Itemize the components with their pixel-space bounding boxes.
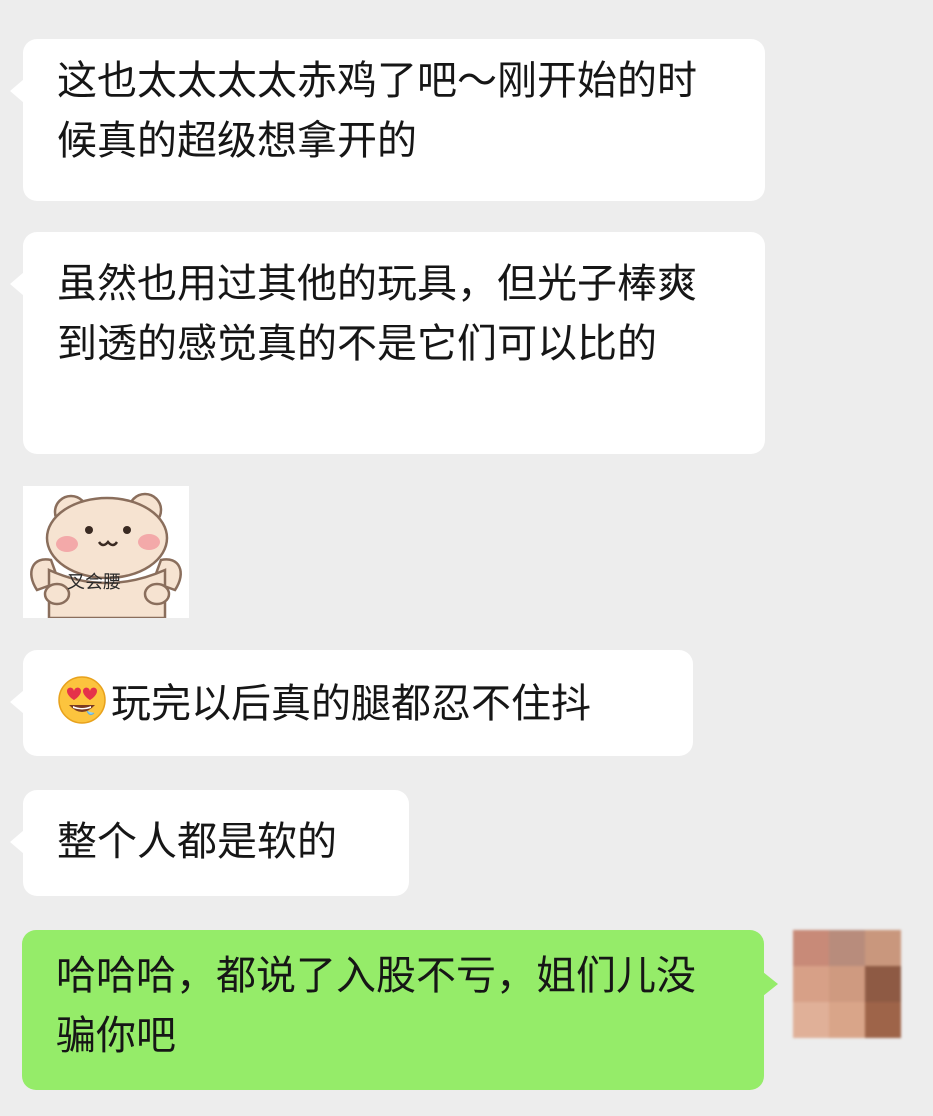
heart-eyes-emoji-icon bbox=[58, 676, 106, 724]
avatar-pixel bbox=[865, 1002, 901, 1038]
message-bubble[interactable]: 这也太太太太赤鸡了吧～刚开始的时候真的超级想拿开的 bbox=[10, 39, 765, 201]
message-bubble[interactable]: 玩完以后真的腿都忍不住抖 bbox=[10, 650, 693, 756]
user-avatar[interactable] bbox=[793, 930, 901, 1038]
avatar-pixel bbox=[793, 1002, 829, 1038]
avatar-pixel bbox=[865, 966, 901, 1002]
avatar-pixel bbox=[793, 966, 829, 1002]
message-text: 玩完以后真的腿都忍不住抖 bbox=[111, 681, 591, 727]
message-text: 这也太太太太赤鸡了吧～刚开始的时候真的超级想拿开的 bbox=[57, 58, 697, 164]
avatar-pixel bbox=[829, 930, 865, 966]
message-text: 虽然也用过其他的玩具，但光子棒爽到透的感觉真的不是它们可以比的 bbox=[57, 261, 697, 367]
message-bubble[interactable]: 整个人都是软的 bbox=[10, 790, 409, 896]
message-text: 哈哈哈，都说了入股不亏，姐们儿没骗你吧 bbox=[56, 953, 696, 1059]
message-bubble[interactable]: 哈哈哈，都说了入股不亏，姐们儿没骗你吧 bbox=[22, 930, 778, 1090]
avatar-pixel bbox=[793, 930, 829, 966]
message-bubble[interactable]: 虽然也用过其他的玩具，但光子棒爽到透的感觉真的不是它们可以比的 bbox=[10, 232, 765, 454]
bear-sticker-icon bbox=[30, 492, 182, 618]
sticker-message[interactable]: 叉会腰 bbox=[23, 486, 189, 618]
sticker-caption: 叉会腰 bbox=[67, 572, 121, 593]
avatar-pixel bbox=[865, 930, 901, 966]
avatar-pixel bbox=[829, 1002, 865, 1038]
avatar-pixel bbox=[829, 966, 865, 1002]
message-text: 整个人都是软的 bbox=[57, 819, 337, 865]
